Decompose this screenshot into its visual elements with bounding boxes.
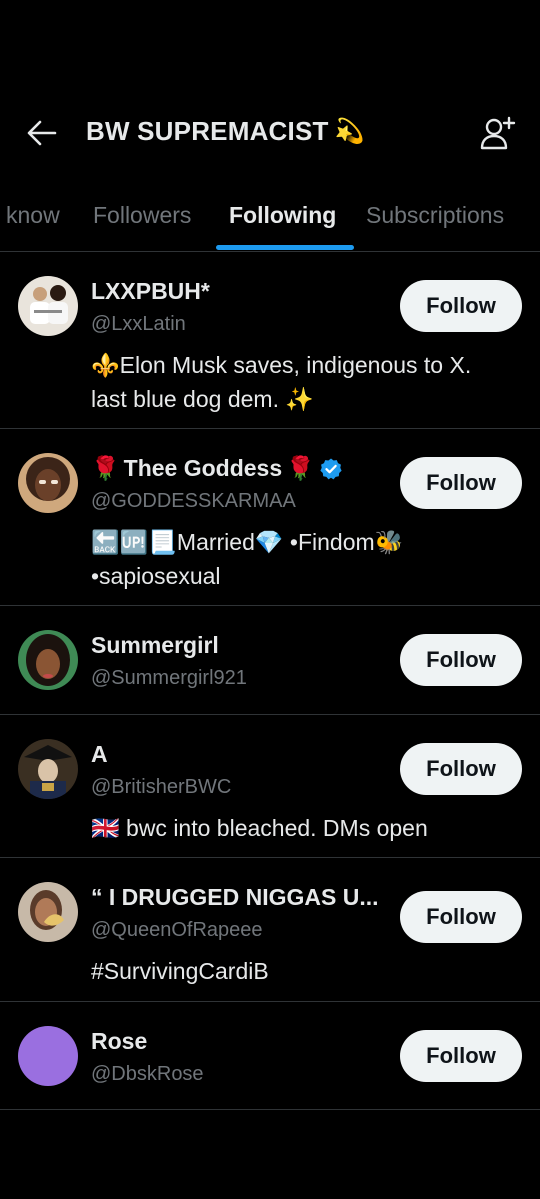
user-row[interactable]: Rose @DbskRose Follow <box>0 1002 540 1110</box>
user-handle: @Summergirl921 <box>91 667 247 689</box>
user-name: Rose <box>91 1028 148 1054</box>
user-handle: @QueenOfRapeee <box>91 919 263 941</box>
user-bio: #SurvivingCardiB <box>91 954 511 988</box>
rose-emoji: 🌹 <box>91 455 120 481</box>
follow-button[interactable]: Follow <box>400 1030 522 1082</box>
user-row[interactable]: 🌹 Thee Goddess 🌹 @GODDESSKARMAA Follow 🔙… <box>0 429 540 606</box>
page-title-text: BW SUPREMACIST <box>86 116 329 146</box>
user-bio-line: ⚜️Elon Musk saves, indigenous to X. <box>91 352 472 378</box>
avatar <box>18 882 78 942</box>
tab-followers[interactable]: Followers <box>93 202 191 229</box>
user-bio: 🔙🆙📃Married💎 •Findom🐝 •sapiosexual <box>91 525 511 593</box>
tab-bar: know Followers Following Subscriptions <box>0 188 540 252</box>
follow-button[interactable]: Follow <box>400 634 522 686</box>
add-user-icon <box>480 116 516 150</box>
avatar <box>18 276 78 336</box>
following-list: LXXPBUH* @LxxLatin Follow ⚜️Elon Musk sa… <box>0 252 540 1110</box>
user-bio: 🇬🇧 bwc into bleached. DMs open <box>91 811 511 845</box>
user-handle: @LxxLatin <box>91 313 186 335</box>
user-bio: ⚜️Elon Musk saves, indigenous to X. last… <box>91 348 511 416</box>
user-name-text: Thee Goddess <box>123 455 283 481</box>
avatar <box>18 453 78 513</box>
arrow-left-icon <box>27 120 57 146</box>
tab-subscriptions[interactable]: Subscriptions <box>366 202 504 229</box>
user-row[interactable]: Summergirl @Summergirl921 Follow <box>0 606 540 715</box>
user-name: A <box>91 741 108 767</box>
follow-button[interactable]: Follow <box>400 891 522 943</box>
avatar <box>18 630 78 690</box>
user-row[interactable]: “ I DRUGGED NIGGAS U... @QueenOfRapeee F… <box>0 858 540 1002</box>
user-row[interactable]: A @BritisherBWC Follow 🇬🇧 bwc into bleac… <box>0 715 540 858</box>
user-row[interactable]: LXXPBUH* @LxxLatin Follow ⚜️Elon Musk sa… <box>0 252 540 429</box>
user-bio-line: 🇬🇧 bwc into bleached. DMs open <box>91 815 428 841</box>
user-handle: @DbskRose <box>91 1063 204 1085</box>
follow-button[interactable]: Follow <box>400 457 522 509</box>
tab-know[interactable]: know <box>6 202 60 229</box>
user-handle: @GODDESSKARMAA <box>91 490 296 512</box>
page-title: BW SUPREMACIST 💫 <box>86 116 365 147</box>
rose-emoji: 🌹 <box>286 455 315 481</box>
active-tab-indicator <box>216 245 354 250</box>
user-name: LXXPBUH* <box>91 278 210 304</box>
user-name: 🌹 Thee Goddess 🌹 <box>91 455 343 482</box>
top-app-bar: BW SUPREMACIST 💫 <box>0 100 540 166</box>
follow-button[interactable]: Follow <box>400 743 522 795</box>
user-name: Summergirl <box>91 632 219 658</box>
user-bio-line: last blue dog dem. ✨ <box>91 386 314 412</box>
add-user-button[interactable] <box>478 114 518 152</box>
user-bio-line: •sapiosexual <box>91 563 221 589</box>
dizzy-emoji: 💫 <box>334 118 365 145</box>
verified-badge-icon <box>320 458 342 479</box>
user-bio-line: 🔙🆙📃Married💎 •Findom🐝 <box>91 529 404 555</box>
avatar <box>18 1026 78 1086</box>
tab-following[interactable]: Following <box>229 202 336 229</box>
user-bio-line: #SurvivingCardiB <box>91 958 269 984</box>
user-handle: @BritisherBWC <box>91 776 232 798</box>
back-button[interactable] <box>24 118 60 148</box>
avatar <box>18 739 78 799</box>
user-name: “ I DRUGGED NIGGAS U... <box>91 884 379 910</box>
follow-button[interactable]: Follow <box>400 280 522 332</box>
